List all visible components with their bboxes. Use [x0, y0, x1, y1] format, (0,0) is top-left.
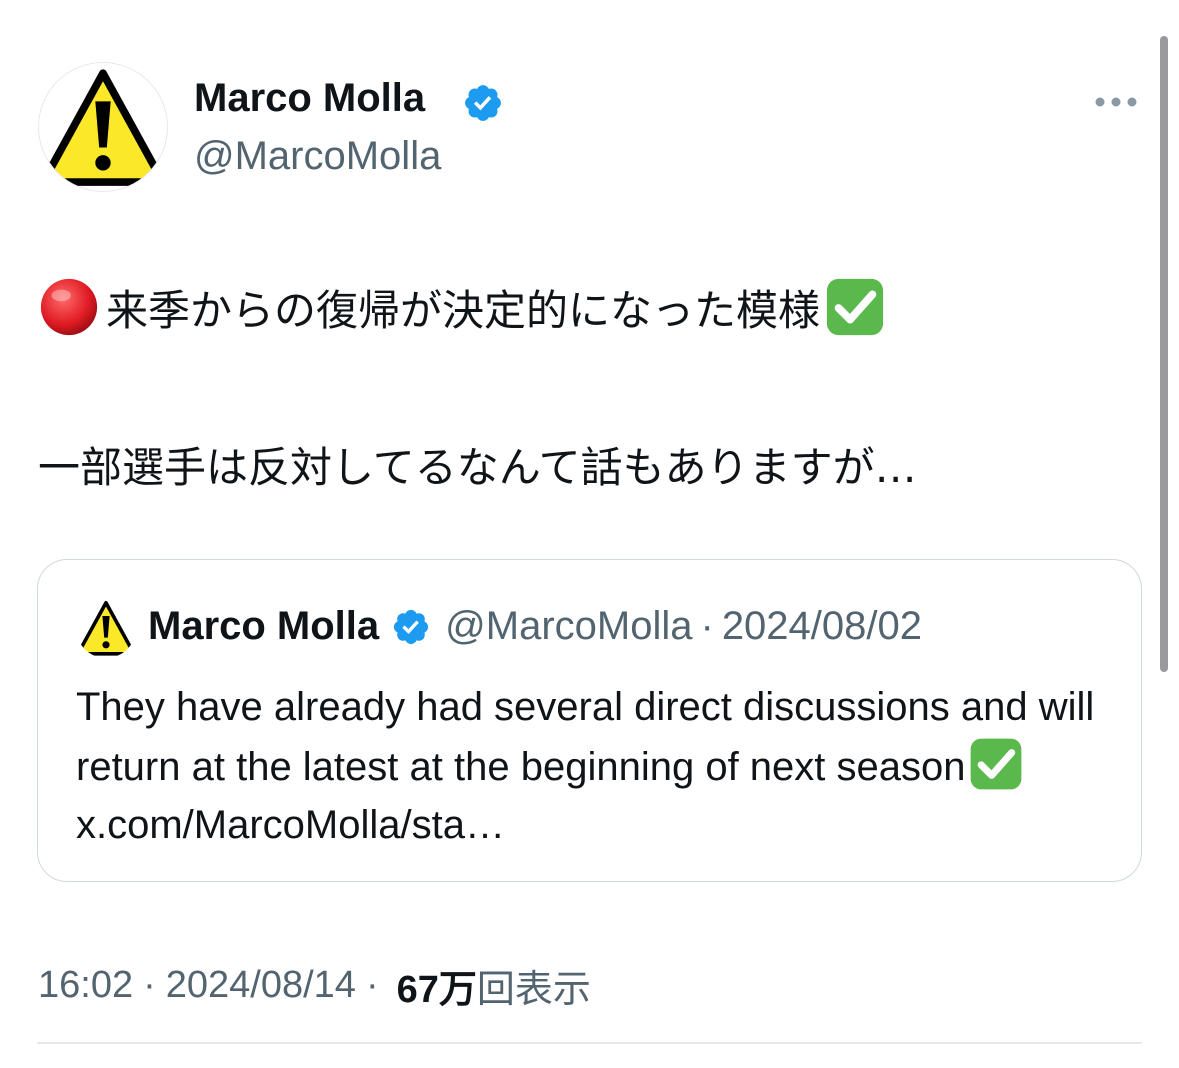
- view-count: 67万: [396, 969, 477, 1011]
- quoted-header: Marco Molla @MarcoMolla · 2024/08/02: [148, 604, 922, 649]
- author-handle[interactable]: @MarcoMolla: [194, 134, 441, 179]
- more-dots-icon: [1095, 97, 1137, 107]
- red-circle-emoji-icon: [40, 278, 98, 336]
- quoted-date: 2024/08/02: [721, 604, 923, 648]
- tweet-text-line-2: 一部選手は反対してるなんて話もありますが…: [38, 434, 917, 495]
- check-mark-emoji-icon: [826, 278, 884, 336]
- tweet-date[interactable]: 2024/08/14: [166, 964, 356, 1007]
- tweet-text-line-1: 来季からの復帰が決定的になった模様: [38, 276, 886, 338]
- tweet-text-1: 来季からの復帰が決定的になった模様: [106, 285, 821, 335]
- quoted-separator: ·: [700, 604, 714, 648]
- verified-badge-icon: [394, 609, 429, 644]
- author-avatar[interactable]: [38, 62, 168, 192]
- more-options-button[interactable]: [1090, 84, 1142, 120]
- warning-sign-icon: [42, 69, 164, 186]
- view-label: 回表示: [476, 967, 591, 1011]
- meta-separator: ·: [365, 964, 379, 1006]
- warning-sign-icon: [77, 601, 135, 656]
- quoted-author-handle: @MarcoMolla: [445, 604, 693, 648]
- tweet-meta: 16:02 · 2024/08/14 · 67万 回表示: [38, 958, 591, 1013]
- divider: [37, 1042, 1142, 1044]
- scrollbar[interactable]: [1160, 36, 1168, 672]
- quoted-tweet-text: They have already had several direct dis…: [76, 678, 1116, 854]
- quoted-author-name: Marco Molla: [148, 604, 380, 648]
- quoted-tweet-card[interactable]: Marco Molla @MarcoMolla · 2024/08/02 The…: [37, 559, 1142, 882]
- meta-separator: ·: [143, 964, 156, 1006]
- quoted-link[interactable]: x.com/MarcoMolla/sta…: [76, 803, 505, 847]
- verified-badge-icon: [465, 85, 501, 121]
- tweet-time[interactable]: 16:02: [38, 964, 133, 1007]
- quoted-text-main: They have already had several direct dis…: [76, 685, 1095, 789]
- author-name[interactable]: Marco Molla: [194, 76, 425, 121]
- tweet-text-2: 一部選手は反対してるなんて話もありますが…: [38, 443, 917, 492]
- check-mark-emoji-icon: [970, 738, 1021, 790]
- quoted-avatar: [76, 598, 136, 658]
